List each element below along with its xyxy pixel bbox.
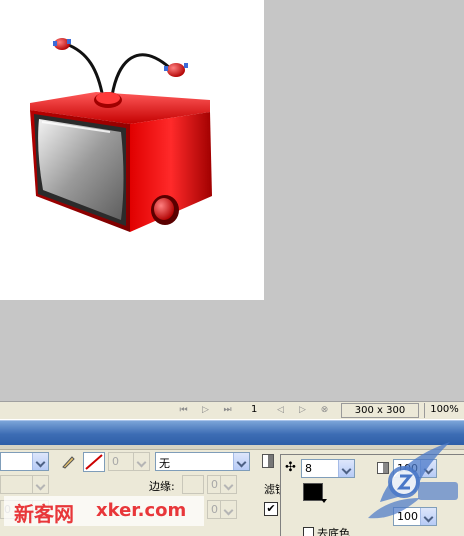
fill-color-swatch[interactable]	[303, 483, 323, 501]
stroke-width-combo[interactable]: 0	[108, 452, 150, 471]
edge-softness-combo[interactable]: 0	[207, 500, 237, 519]
canvas-size-readout[interactable]: 300 x 300	[341, 403, 419, 418]
frame-number: 1	[251, 404, 258, 415]
chevron-down-icon[interactable]	[233, 453, 249, 470]
edge-value-combo[interactable]: 0	[207, 475, 237, 494]
loop-icon[interactable]: ⊗	[319, 405, 330, 416]
fill-dropdown-icon[interactable]	[321, 499, 327, 503]
brush-size-combo[interactable]: 8	[301, 459, 355, 478]
prev-frame-icon[interactable]: ◁	[275, 405, 286, 416]
canvas-workspace	[0, 0, 464, 401]
chevron-down-icon[interactable]	[133, 453, 149, 470]
play-icon[interactable]: ▷	[200, 405, 211, 416]
chevron-down-icon[interactable]	[220, 476, 236, 493]
watermark-logo-icon	[360, 432, 464, 536]
pencil-icon[interactable]	[60, 454, 76, 470]
remove-bg-label: 去底色	[317, 527, 350, 536]
swap-icon[interactable]	[262, 454, 274, 468]
stroke-type-combo[interactable]	[0, 452, 49, 471]
first-frame-icon[interactable]: ⏮	[178, 405, 189, 416]
chevron-down-icon[interactable]	[32, 476, 48, 493]
next-frame-icon[interactable]: ▷	[297, 405, 308, 416]
left-field-combo[interactable]	[0, 475, 49, 494]
zoom-level[interactable]: 100%	[424, 403, 464, 418]
chevron-down-icon[interactable]	[338, 460, 354, 477]
tv-illustration	[30, 38, 212, 232]
remove-bg-checkbox[interactable]	[303, 527, 314, 536]
watermark-xker: 新客网 xker.com	[4, 496, 204, 526]
edge-input[interactable]	[182, 475, 204, 494]
move-icon[interactable]: ✣	[285, 461, 299, 475]
filter-enable-checkbox[interactable]: ✔	[264, 502, 278, 516]
status-bar: ⏮ ▷ ⏭ 1 ◁ ▷ ⊗ 300 x 300 100%	[0, 401, 464, 420]
chevron-down-icon[interactable]	[32, 453, 48, 470]
last-frame-icon[interactable]: ⏭	[222, 405, 233, 416]
chevron-down-icon[interactable]	[220, 501, 236, 518]
texture-combo[interactable]: 无	[155, 452, 250, 471]
edge-label: 边缘:	[149, 480, 175, 493]
stroke-color-swatch[interactable]	[83, 452, 105, 472]
document-canvas[interactable]	[0, 0, 264, 300]
